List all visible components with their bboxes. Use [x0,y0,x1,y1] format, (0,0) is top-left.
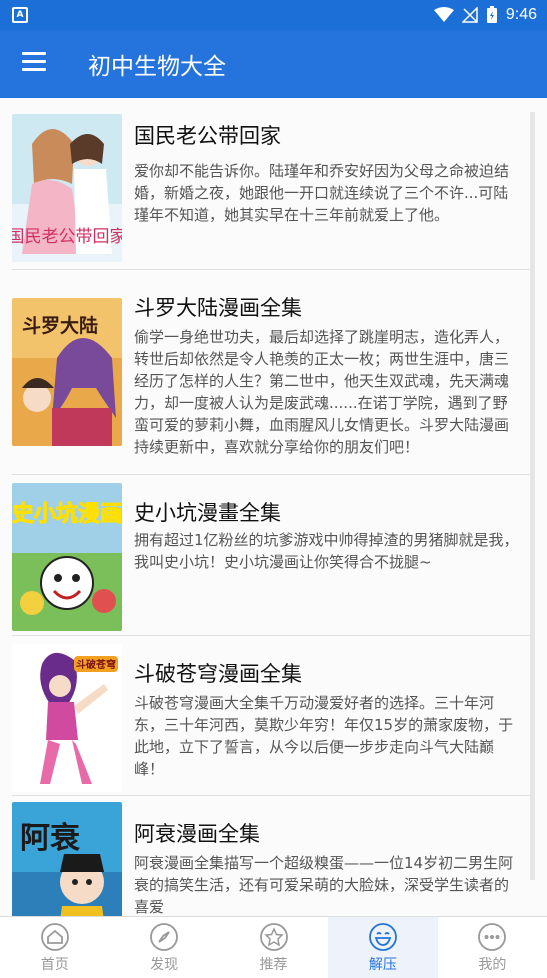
smile-icon [369,922,397,951]
bottom-tab-bar: 首页 发现 推荐 解压 我的 [0,916,547,978]
app-bar: 初中生物大全 [0,30,547,98]
tab-label: 解压 [368,956,397,973]
tab-relax[interactable]: 解压 [328,917,438,978]
tab-label: 推荐 [259,956,288,973]
item-description: 斗破苍穹漫画大全集千万动漫爱好者的选择。三十年河东，三十年河西，莫欺少年穷！年仅… [134,694,514,778]
list-item[interactable]: 阿衰 阿衰漫画全集 阿衰漫画全集描写一个超级糗蛋——一位14岁初二男生阿衰的搞笑… [0,796,547,916]
wifi-icon [433,7,454,22]
clock: 9:46 [505,6,537,23]
scrollbar[interactable] [530,112,535,880]
item-description: 爱你却不能告诉你。陆瑾年和乔安好因为父母之命被迫结婚，新婚之夜，她跟他一开口就连… [134,162,510,224]
tab-home[interactable]: 首页 [0,917,109,978]
tab-label: 我的 [478,956,507,973]
list-item[interactable]: 斗罗大陆 斗罗大陆漫画全集 偷学一身绝世功夫，最后却选择了跳崖明志，造化弄人，转… [0,270,547,475]
menu-icon[interactable] [22,52,46,72]
tab-discover[interactable]: 发现 [109,917,218,978]
item-title: 史小坑漫畫全集 [134,501,281,525]
tab-recommend[interactable]: 推荐 [219,917,328,978]
home-icon [40,922,69,951]
tab-mine[interactable]: 我的 [438,917,547,978]
page-title: 初中生物大全 [88,54,226,80]
cover-image: 斗破苍穹 [12,644,122,792]
item-title: 国民老公带回家 [134,124,281,148]
item-title: 阿衰漫画全集 [134,822,260,846]
tab-label: 发现 [150,956,179,973]
star-icon [259,922,288,951]
item-description: 阿衰漫画全集描写一个超级糗蛋——一位14岁初二男生阿衰的搞笑生活，还有可爱呆萌的… [134,854,514,916]
comic-list[interactable]: 国民老公带回家 国民老公带回家 爱你却不能告诉你。陆瑾年和乔安好因为父母之命被迫… [0,98,547,916]
item-title: 斗破苍穹漫画全集 [134,662,302,686]
cover-title: 史小坑漫画 [12,501,122,527]
cover-image: 国民老公带回家 [12,114,122,262]
battery-icon [486,6,497,23]
app-notification-icon: A [12,7,28,23]
compass-icon [150,922,179,951]
cover-image: 史小坑漫画 [12,483,122,631]
tab-label: 首页 [40,956,69,973]
cover-title: 斗罗大陆 [22,314,98,337]
cover-title: 国民老公带回家 [12,227,122,247]
item-description: 拥有超过1亿粉丝的坑爹游戏中帅得掉渣的男猪脚就是我，我叫史小坑！史小坑漫画让你笑… [134,531,519,571]
item-title: 斗罗大陆漫画全集 [134,296,302,320]
cover-title: 斗破苍穹 [76,658,116,671]
item-description: 偷学一身绝世功夫，最后却选择了跳崖明志，造化弄人，转世后却依然是令人艳羡的正太一… [134,328,510,456]
no-signal-icon [461,7,478,23]
list-item[interactable]: 斗破苍穹 斗破苍穹漫画全集 斗破苍穹漫画大全集千万动漫爱好者的选择。三十年河东，… [0,636,547,796]
cover-image: 阿衰 [12,802,122,916]
status-bar: A 9:46 [0,0,547,30]
list-item[interactable]: 史小坑漫画 史小坑漫畫全集 拥有超过1亿粉丝的坑爹游戏中帅得掉渣的男猪脚就是我，… [0,475,547,636]
cover-image: 斗罗大陆 [12,298,122,446]
more-icon [478,922,507,951]
list-item[interactable]: 国民老公带回家 国民老公带回家 爱你却不能告诉你。陆瑾年和乔安好因为父母之命被迫… [0,98,547,270]
cover-title: 阿衰 [20,821,80,856]
